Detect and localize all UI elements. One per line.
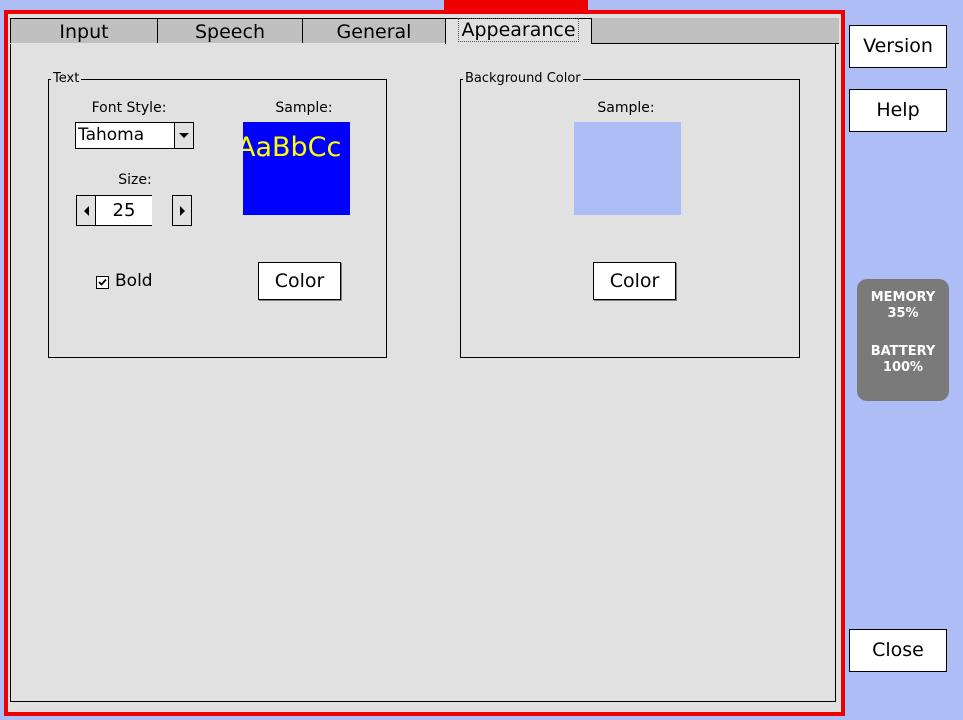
background-color-button[interactable]: Color bbox=[593, 262, 676, 300]
font-style-value: Tahoma bbox=[78, 125, 145, 145]
bold-label[interactable]: Bold bbox=[115, 271, 153, 291]
text-sample-preview: AaBbCc bbox=[243, 122, 350, 215]
battery-label: BATTERY bbox=[870, 344, 936, 359]
arrow-left-icon bbox=[83, 205, 89, 216]
size-decrease-button[interactable] bbox=[76, 195, 96, 226]
appearance-panel: Text Font Style: Tahoma Size: 25 Sample:… bbox=[10, 44, 836, 702]
font-style-dropdown-button[interactable] bbox=[174, 123, 193, 148]
memory-value: 35% bbox=[887, 306, 919, 321]
tab-input-label: Input bbox=[59, 21, 109, 43]
tab-strip-filler bbox=[592, 18, 839, 44]
font-style-select[interactable]: Tahoma bbox=[75, 122, 194, 149]
font-style-label: Font Style: bbox=[91, 100, 167, 116]
text-color-button[interactable]: Color bbox=[258, 262, 341, 300]
size-value[interactable]: 25 bbox=[96, 195, 152, 226]
background-group-legend: Background Color bbox=[463, 71, 583, 87]
size-increase-button[interactable] bbox=[172, 195, 192, 226]
system-status-panel: MEMORY 35% BATTERY 100% bbox=[857, 279, 949, 401]
text-sample-label: Sample: bbox=[275, 100, 333, 116]
close-button[interactable]: Close bbox=[849, 629, 947, 672]
tab-strip: Input Speech General Appearance bbox=[10, 18, 839, 44]
text-groupbox: Text Font Style: Tahoma Size: 25 Sample:… bbox=[48, 71, 387, 358]
help-button[interactable]: Help bbox=[849, 89, 947, 132]
tab-appearance-label: Appearance bbox=[458, 18, 579, 42]
size-label: Size: bbox=[118, 172, 152, 188]
background-sample-label: Sample: bbox=[597, 100, 655, 116]
background-sample-preview bbox=[574, 122, 681, 215]
size-spinner: 25 bbox=[76, 195, 194, 226]
tab-input[interactable]: Input bbox=[10, 18, 158, 43]
memory-label: MEMORY bbox=[870, 290, 936, 305]
text-sample-text: AaBbCc bbox=[243, 132, 342, 163]
version-button[interactable]: Version bbox=[849, 25, 947, 68]
check-icon bbox=[98, 278, 107, 286]
battery-value: 100% bbox=[882, 360, 924, 375]
tab-general[interactable]: General bbox=[302, 18, 446, 43]
text-group-legend: Text bbox=[51, 71, 82, 87]
tab-speech[interactable]: Speech bbox=[157, 18, 303, 43]
tab-speech-label: Speech bbox=[195, 21, 265, 43]
tab-general-label: General bbox=[336, 21, 412, 43]
background-color-groupbox: Background Color Sample: Color bbox=[460, 71, 800, 358]
arrow-right-icon bbox=[179, 205, 185, 216]
chevron-down-icon bbox=[179, 133, 189, 138]
tab-appearance[interactable]: Appearance bbox=[445, 18, 592, 44]
bold-checkbox[interactable] bbox=[96, 276, 109, 289]
